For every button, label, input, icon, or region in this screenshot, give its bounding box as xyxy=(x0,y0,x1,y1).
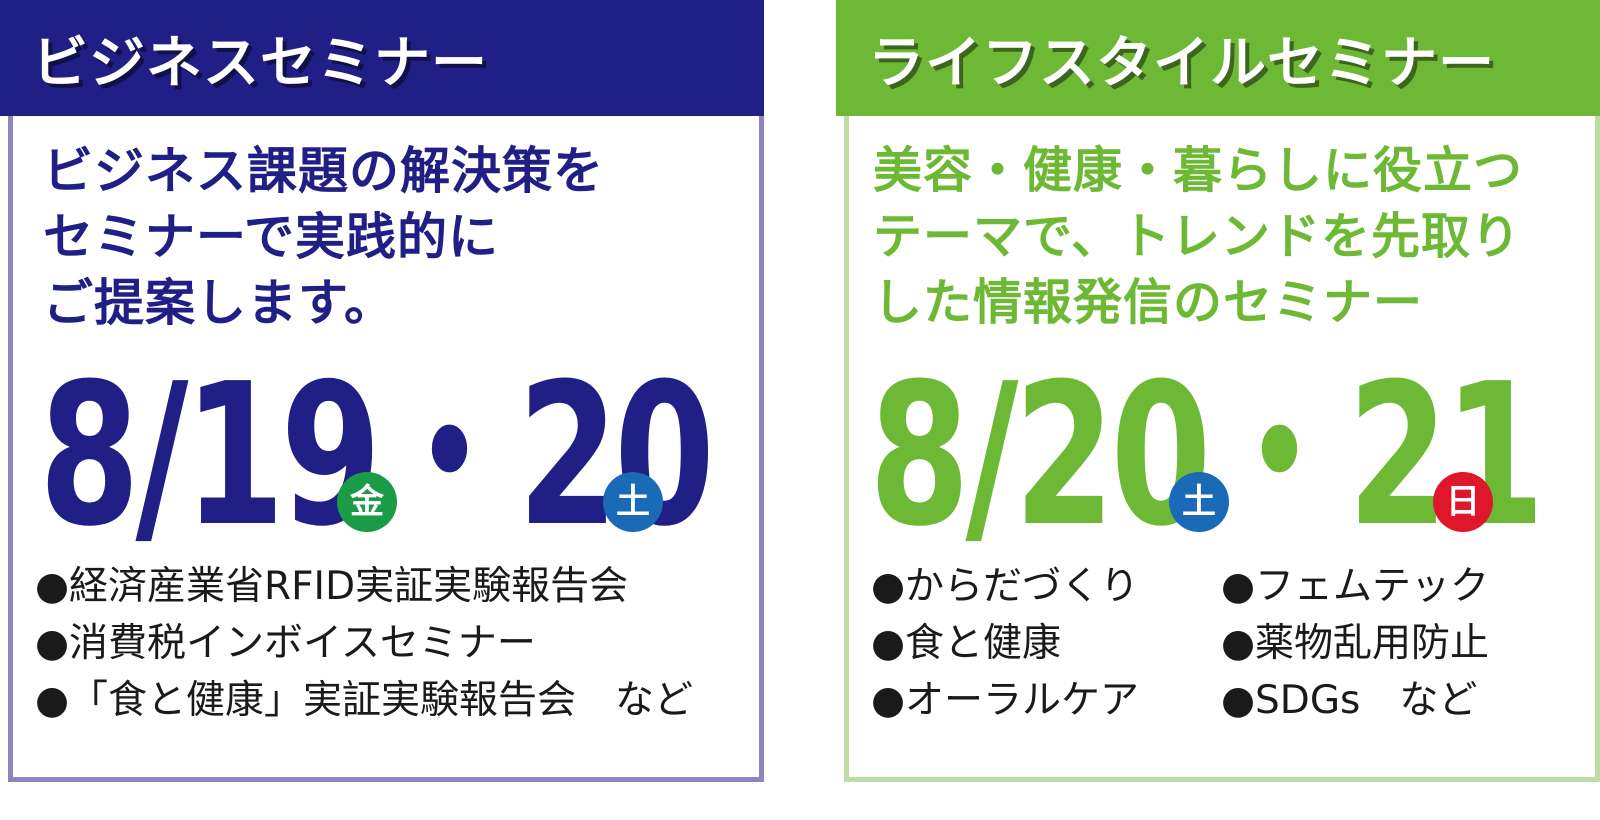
business-topics-list: ●経済産業省RFID実証実験報告会 ●消費税インボイスセミナー ●「食と健康」実… xyxy=(35,558,693,729)
lifestyle-lead-text: 美容・健康・暮らしに役立つ テーマで、トレンドを先取り した情報発信のセミナー xyxy=(873,138,1593,336)
date-separator: ・ xyxy=(376,342,522,570)
day-badge-sat: 土 xyxy=(603,472,663,532)
day-badge-sun: 日 xyxy=(1433,472,1493,532)
business-seminar-body: ビジネス課題の解決策を セミナーで実践的に ご提案します。 8/19・20 金 … xyxy=(8,116,764,782)
list-item: ●SDGs など xyxy=(1221,678,1478,723)
list-item: ●「食と健康」実証実験報告会 など xyxy=(35,678,694,723)
day-badge-fri: 金 xyxy=(337,472,397,532)
list-item: ●消費税インボイスセミナー xyxy=(35,621,536,666)
list-item: ●からだづくり xyxy=(871,564,1140,609)
business-seminar-panel: ビジネスセミナー ビジネス課題の解決策を セミナーで実践的に ご提案します。 8… xyxy=(0,0,764,782)
lead-line: セミナーで実践的に xyxy=(43,208,499,266)
list-item: ●フェムテック xyxy=(1221,564,1490,609)
date-1: 8/20 xyxy=(869,342,1211,570)
list-item: ●経済産業省RFID実証実験報告会 xyxy=(35,564,629,609)
lead-line: ビジネス課題の解決策を xyxy=(43,142,604,200)
list-item: ●食と健康 xyxy=(871,621,1062,666)
lifestyle-seminar-title: ライフスタイルセミナー xyxy=(836,0,1600,116)
lead-line: ご提案します。 xyxy=(43,274,395,332)
date-2: 21 xyxy=(1347,342,1545,570)
list-item: ●オーラルケア xyxy=(871,678,1140,723)
lead-line: した情報発信のセミナー xyxy=(873,274,1424,331)
lifestyle-topics-left: ●からだづくり ●食と健康 ●オーラルケア xyxy=(871,558,1139,729)
business-lead-text: ビジネス課題の解決策を セミナーで実践的に ご提案します。 xyxy=(43,138,763,336)
lifestyle-topics-right: ●フェムテック ●薬物乱用防止 ●SDGs など xyxy=(1221,558,1489,729)
list-item: ●薬物乱用防止 xyxy=(1221,621,1490,666)
date-separator: ・ xyxy=(1206,342,1352,570)
lifestyle-seminar-body: 美容・健康・暮らしに役立つ テーマで、トレンドを先取り した情報発信のセミナー … xyxy=(844,116,1600,782)
lifestyle-seminar-panel: ライフスタイルセミナー 美容・健康・暮らしに役立つ テーマで、トレンドを先取り … xyxy=(836,0,1600,782)
date-2: 20 xyxy=(517,342,715,570)
day-badge-sat: 土 xyxy=(1169,472,1229,532)
lead-line: 美容・健康・暮らしに役立つ xyxy=(873,142,1524,199)
business-seminar-title: ビジネスセミナー xyxy=(0,0,764,116)
lead-line: テーマで、トレンドを先取り xyxy=(873,208,1522,265)
date-1: 8/19 xyxy=(39,342,381,570)
